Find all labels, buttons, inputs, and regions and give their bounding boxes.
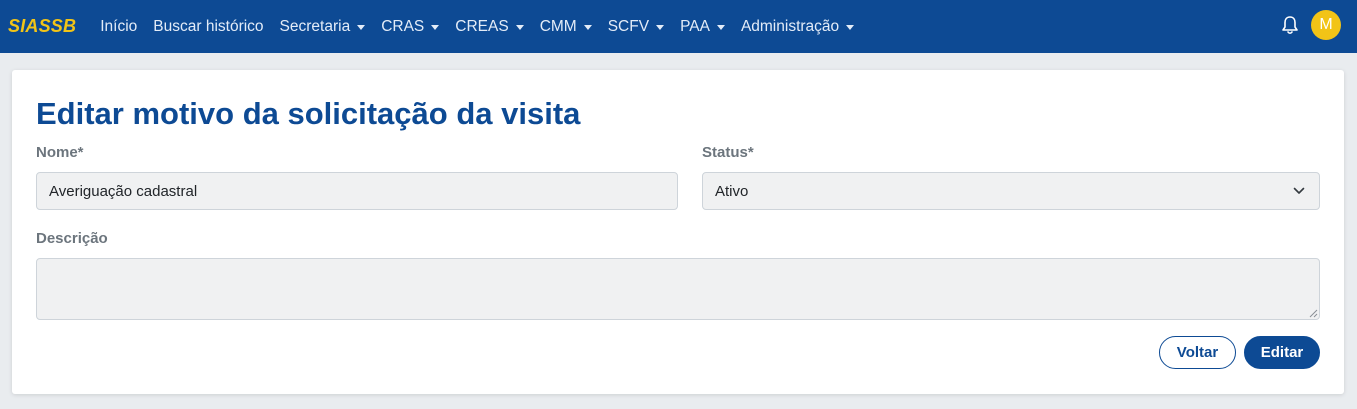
status-select-value: Ativo bbox=[715, 182, 749, 200]
nav-item-label: CREAS bbox=[455, 17, 509, 35]
brand-logo[interactable]: SIASSB bbox=[8, 16, 76, 37]
edit-form-card: Editar motivo da solicitação da visita N… bbox=[12, 70, 1344, 394]
caret-down-icon bbox=[656, 24, 665, 30]
nav-menu: Início Buscar histórico Secretaria CRAS … bbox=[92, 0, 862, 53]
nav-item-buscar-historico[interactable]: Buscar histórico bbox=[145, 18, 271, 36]
nav-item-label: SCFV bbox=[607, 17, 650, 35]
nav-item-secretaria[interactable]: Secretaria bbox=[272, 18, 374, 36]
nav-item-label: CRAS bbox=[381, 17, 425, 35]
nav-item-label: PAA bbox=[680, 17, 710, 35]
caret-down-icon bbox=[716, 24, 725, 30]
nav-item-label: Secretaria bbox=[279, 17, 351, 35]
nome-field[interactable]: Averiguação cadastral bbox=[36, 172, 678, 210]
top-navbar: SIASSB Início Buscar histórico Secretari… bbox=[0, 0, 1357, 53]
nav-item-cras[interactable]: CRAS bbox=[373, 18, 447, 36]
caret-down-icon bbox=[515, 24, 524, 30]
nav-item-scfv[interactable]: SCFV bbox=[600, 18, 672, 36]
nav-item-creas[interactable]: CREAS bbox=[447, 18, 531, 36]
nav-item-label: Buscar histórico bbox=[153, 17, 264, 35]
nav-item-label: Administração bbox=[740, 17, 840, 35]
avatar[interactable]: M bbox=[1311, 10, 1341, 40]
nav-item-inicio[interactable]: Início bbox=[92, 18, 145, 36]
status-select[interactable]: Ativo bbox=[702, 172, 1320, 210]
page-title: Editar motivo da solicitação da visita bbox=[36, 96, 581, 131]
navbar-actions: M bbox=[1279, 10, 1341, 40]
descricao-textarea[interactable] bbox=[36, 258, 1320, 320]
nav-item-label: Início bbox=[100, 17, 138, 35]
nome-field-value: Averiguação cadastral bbox=[49, 182, 198, 200]
descricao-label: Descrição bbox=[36, 230, 108, 247]
caret-down-icon bbox=[431, 24, 440, 30]
edit-button[interactable]: Editar bbox=[1244, 336, 1320, 369]
caret-down-icon bbox=[583, 24, 592, 30]
nav-item-label: CMM bbox=[539, 17, 577, 35]
status-label: Status* bbox=[702, 144, 754, 161]
chevron-down-icon bbox=[1293, 187, 1305, 194]
bell-icon[interactable] bbox=[1279, 14, 1301, 36]
nav-item-paa[interactable]: PAA bbox=[672, 18, 733, 36]
nome-label: Nome* bbox=[36, 144, 84, 161]
caret-down-icon bbox=[357, 24, 366, 30]
caret-down-icon bbox=[846, 24, 855, 30]
nav-item-administracao[interactable]: Administração bbox=[733, 18, 862, 36]
resize-grip-icon[interactable] bbox=[1308, 308, 1318, 318]
back-button[interactable]: Voltar bbox=[1159, 336, 1236, 369]
nav-item-cmm[interactable]: CMM bbox=[532, 18, 600, 36]
